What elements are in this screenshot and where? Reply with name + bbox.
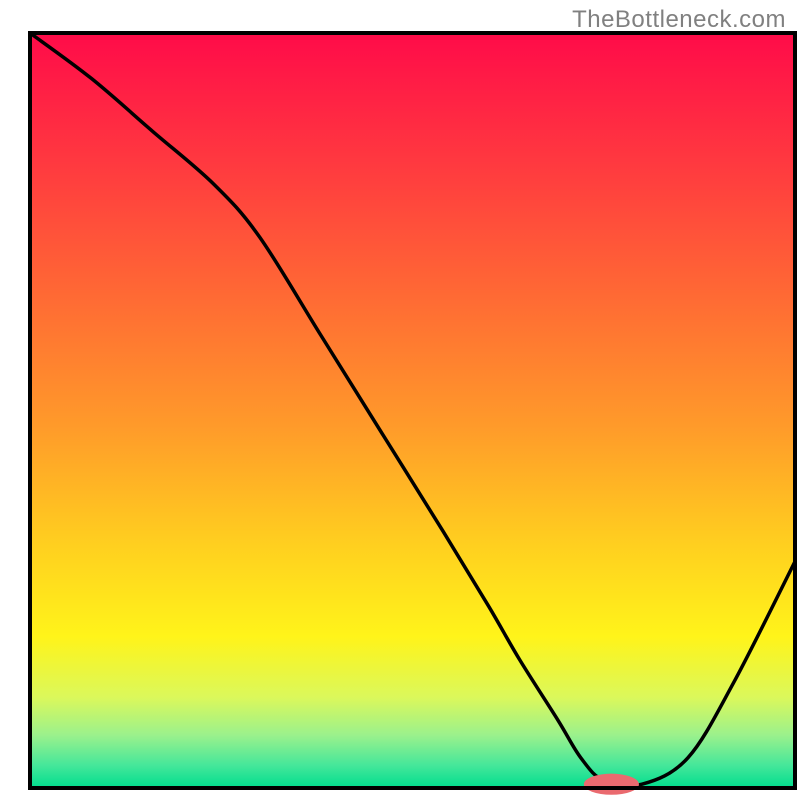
- curve-min-marker: [584, 774, 639, 795]
- bottleneck-chart: [0, 0, 800, 800]
- plot-background: [30, 33, 795, 788]
- chart-container: TheBottleneck.com: [0, 0, 800, 800]
